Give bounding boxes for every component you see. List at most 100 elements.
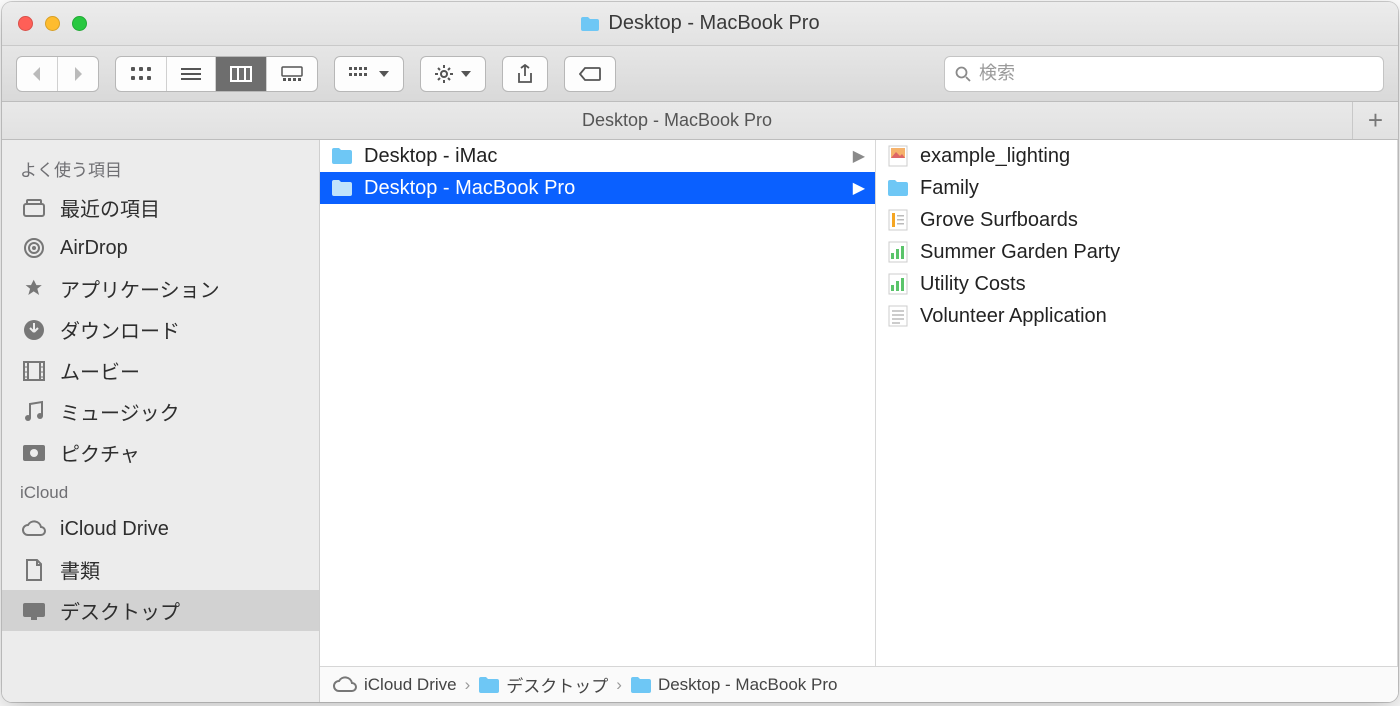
file-row[interactable]: Utility Costs [876, 268, 1397, 300]
tag-icon [579, 66, 601, 82]
share-button[interactable] [502, 56, 548, 92]
sidebar-item-movie[interactable]: ムービー [2, 350, 319, 391]
sidebar-item-label: iCloud Drive [60, 518, 169, 541]
view-columns-button[interactable] [215, 57, 266, 91]
search-field[interactable] [944, 56, 1384, 92]
sidebar-item-recent[interactable]: 最近の項目 [2, 187, 319, 228]
file-row[interactable]: Desktop - iMac ▶ [320, 140, 875, 172]
tab-bar: Desktop - MacBook Pro + [2, 102, 1398, 140]
sidebar-item-desktop[interactable]: デスクトップ [2, 590, 319, 631]
column-1: Desktop - iMac ▶ Desktop - MacBook Pro ▶ [320, 140, 876, 666]
folder-icon [630, 676, 652, 694]
text-icon [886, 304, 910, 328]
sidebar-item-apps[interactable]: アプリケーション [2, 268, 319, 309]
sidebar-item-label: アプリケーション [60, 274, 220, 303]
sidebar-item-doc[interactable]: 書類 [2, 549, 319, 590]
gear-icon [435, 65, 453, 83]
arrange-button[interactable] [334, 56, 404, 92]
numbers-icon [886, 240, 910, 264]
music-icon [20, 398, 48, 426]
finder-window: Desktop - MacBook Pro [2, 2, 1398, 702]
share-icon [517, 64, 533, 84]
folder-icon [330, 144, 354, 168]
file-row[interactable]: Volunteer Application [876, 300, 1397, 332]
download-icon [20, 316, 48, 344]
sidebar-item-label: AirDrop [60, 237, 128, 260]
tab-title[interactable]: Desktop - MacBook Pro [2, 110, 1352, 131]
file-label: Utility Costs [920, 273, 1026, 296]
chevron-right-icon: ▶ [853, 146, 865, 166]
sidebar-section-header: よく使う項目 [2, 146, 319, 187]
path-bar: iCloud Drive › デスクトップ › Desktop - MacBook Pr… [320, 666, 1398, 702]
content-area: Desktop - iMac ▶ Desktop - MacBook Pro ▶ exa… [320, 140, 1398, 702]
sidebar-item-label: ムービー [60, 356, 140, 385]
new-tab-button[interactable]: + [1352, 102, 1398, 139]
view-mode-buttons [115, 56, 318, 92]
main-area: よく使う項目最近の項目 AirDrop アプリケーションダウンロードムービーミュージ… [2, 140, 1398, 702]
file-label: Summer Garden Party [920, 241, 1120, 264]
sidebar-item-label: デスクトップ [60, 596, 180, 625]
breadcrumb-separator: › [465, 675, 471, 695]
desktop-icon [20, 597, 48, 625]
movie-icon [20, 357, 48, 385]
toolbar [2, 46, 1398, 102]
sidebar: よく使う項目最近の項目 AirDrop アプリケーションダウンロードムービーミュージ… [2, 140, 320, 702]
sidebar-item-label: ダウンロード [60, 315, 180, 344]
file-label: Family [920, 177, 979, 200]
tags-button[interactable] [564, 56, 616, 92]
breadcrumb-separator: › [616, 675, 622, 695]
sidebar-item-cloud[interactable]: iCloud Drive [2, 509, 319, 549]
column-2: example_lighting Family Grove Surfboards Su… [876, 140, 1398, 666]
view-icons-button[interactable] [116, 57, 166, 91]
file-label: example_lighting [920, 145, 1070, 168]
sidebar-item-music[interactable]: ミュージック [2, 391, 319, 432]
chevron-right-icon: ▶ [853, 178, 865, 198]
file-row[interactable]: Desktop - MacBook Pro ▶ [320, 172, 875, 204]
breadcrumb-item[interactable]: デスクトップ [478, 672, 608, 697]
picture-icon [20, 439, 48, 467]
window-controls [18, 16, 87, 31]
folder-icon [478, 676, 500, 694]
nav-buttons [16, 56, 99, 92]
file-label: Desktop - iMac [364, 145, 497, 168]
folder-icon [580, 16, 600, 32]
recent-icon [20, 194, 48, 222]
folder-icon [886, 176, 910, 200]
search-input[interactable] [979, 63, 1373, 84]
image-icon [886, 144, 910, 168]
cloud-icon [332, 676, 358, 694]
doc-icon [20, 556, 48, 584]
breadcrumb-item[interactable]: Desktop - MacBook Pro [630, 675, 838, 695]
action-button[interactable] [420, 56, 486, 92]
folder-icon [330, 176, 354, 200]
window-title: Desktop - MacBook Pro [2, 12, 1398, 35]
close-button[interactable] [18, 16, 33, 31]
numbers-icon [886, 272, 910, 296]
sidebar-item-airdrop[interactable]: AirDrop [2, 228, 319, 268]
file-row[interactable]: example_lighting [876, 140, 1397, 172]
view-list-button[interactable] [166, 57, 215, 91]
view-gallery-button[interactable] [266, 57, 317, 91]
chevron-down-icon [379, 71, 389, 77]
cloud-icon [20, 515, 48, 543]
sidebar-section-header: iCloud [2, 473, 319, 509]
file-row[interactable]: Summer Garden Party [876, 236, 1397, 268]
back-button[interactable] [17, 57, 57, 91]
file-label: Grove Surfboards [920, 209, 1078, 232]
minimize-button[interactable] [45, 16, 60, 31]
chevron-down-icon [461, 71, 471, 77]
pages-icon [886, 208, 910, 232]
airdrop-icon [20, 234, 48, 262]
fullscreen-button[interactable] [72, 16, 87, 31]
file-row[interactable]: Family [876, 172, 1397, 204]
file-label: Volunteer Application [920, 305, 1107, 328]
sidebar-item-label: ピクチャ [60, 438, 140, 467]
file-row[interactable]: Grove Surfboards [876, 204, 1397, 236]
sidebar-item-download[interactable]: ダウンロード [2, 309, 319, 350]
titlebar: Desktop - MacBook Pro [2, 2, 1398, 46]
breadcrumb-label: iCloud Drive [364, 675, 457, 695]
sidebar-item-picture[interactable]: ピクチャ [2, 432, 319, 473]
forward-button[interactable] [57, 57, 98, 91]
file-label: Desktop - MacBook Pro [364, 177, 575, 200]
breadcrumb-item[interactable]: iCloud Drive [332, 675, 457, 695]
